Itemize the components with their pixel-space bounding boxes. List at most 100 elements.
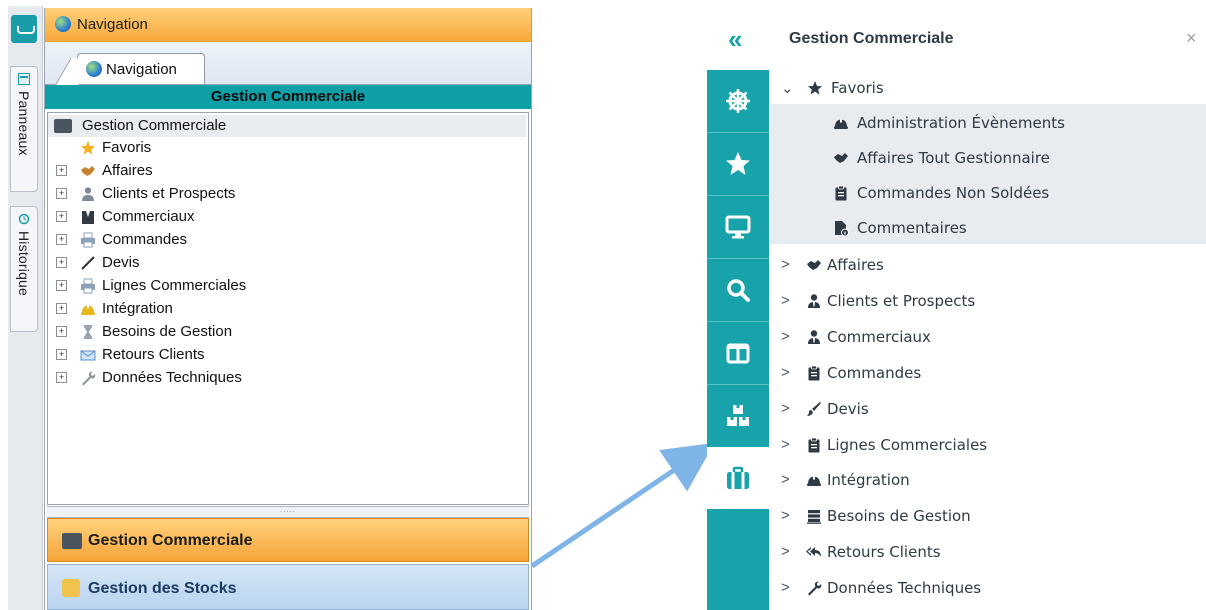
pen-icon	[81, 256, 95, 270]
menu-item[interactable]: > Devis	[769, 392, 1206, 426]
columns-icon-button[interactable]	[707, 322, 769, 384]
tab-navigation[interactable]: Navigation	[77, 53, 205, 84]
menu-item[interactable]: > Commandes	[769, 356, 1206, 390]
navigation-tree: Gestion Commerciale Favoris + Affaires + Cli…	[47, 112, 529, 505]
printer-icon	[81, 232, 95, 248]
briefcase-icon	[727, 466, 749, 489]
tab-panneaux[interactable]: Panneaux	[10, 66, 38, 192]
menu-item-label: Favoris	[831, 79, 884, 97]
envelope-icon	[80, 350, 96, 361]
chevron-right-icon[interactable]: >	[781, 364, 790, 381]
panel-title: Gestion Commerciale	[789, 30, 954, 47]
tree-item[interactable]: + Clients et Prospects	[48, 183, 518, 205]
tree-item[interactable]: Favoris	[48, 137, 518, 159]
tree-item[interactable]: + Affaires	[48, 160, 518, 182]
menu-item-label: Données Techniques	[827, 579, 982, 598]
tree-item[interactable]: + Commerciaux	[48, 206, 518, 228]
menu-item-label: Commerciaux	[827, 327, 931, 346]
tree-item[interactable]: + Retours Clients	[48, 344, 518, 366]
menu-item-favoris[interactable]: ⌄ Favoris	[769, 71, 1206, 105]
expand-plus-icon[interactable]: +	[56, 234, 67, 245]
chevron-down-icon[interactable]: ⌄	[781, 79, 794, 97]
expand-plus-icon[interactable]: +	[56, 372, 67, 383]
side-tab-strip: Panneaux Historique	[8, 6, 43, 610]
expand-plus-icon[interactable]: +	[56, 303, 67, 314]
handshake-icon	[807, 260, 821, 270]
menu-item[interactable]: > Lignes Commerciales	[769, 428, 1206, 462]
helm-icon-button[interactable]	[707, 70, 769, 132]
gestion-des-stocks-button[interactable]: Gestion des Stocks	[47, 564, 529, 610]
gestion-commerciale-button[interactable]: Gestion Commerciale	[47, 518, 529, 562]
menu-item[interactable]: > Données Techniques	[769, 571, 1206, 605]
menu-item[interactable]: > Affaires	[769, 248, 1206, 282]
favoris-child-item[interactable]: Commandes Non Soldées	[769, 176, 1206, 210]
chevron-right-icon[interactable]: >	[781, 471, 790, 488]
monitor-icon-button[interactable]	[707, 196, 769, 258]
globe-icon	[86, 61, 102, 77]
file-info-icon	[835, 221, 849, 236]
tab-historique[interactable]: Historique	[10, 206, 38, 332]
favorites-icon-button[interactable]	[707, 133, 769, 195]
tree-item-label: Devis	[102, 254, 140, 271]
splitter-handle[interactable]: .....	[47, 506, 529, 518]
helm-icon	[726, 89, 750, 113]
menu-item[interactable]: > Clients et Prospects	[769, 284, 1206, 318]
app-menu-icon[interactable]	[11, 15, 37, 43]
expand-plus-icon[interactable]: +	[56, 326, 67, 337]
expand-plus-icon[interactable]: +	[56, 165, 67, 176]
tree-item-label: Intégration	[102, 300, 173, 317]
search-icon	[727, 279, 750, 302]
menu-item-label: Administration Évènements	[857, 114, 1065, 132]
close-icon[interactable]: ×	[1186, 28, 1197, 49]
chevron-right-icon[interactable]: >	[781, 579, 790, 596]
boxes-icon	[727, 405, 749, 426]
tab-panneaux-label: Panneaux	[16, 91, 32, 156]
chevron-right-icon[interactable]: >	[781, 436, 790, 453]
user-tie-icon	[808, 330, 820, 344]
user-tie-icon	[808, 294, 820, 308]
tree-item[interactable]: + Données Techniques	[48, 367, 518, 389]
chevron-right-icon[interactable]: >	[781, 400, 790, 417]
tree-item[interactable]: + Lignes Commerciales	[48, 275, 518, 297]
transition-arrow-icon	[530, 442, 715, 569]
collapse-icon[interactable]: «	[728, 26, 742, 52]
boxes-icon-button[interactable]	[707, 385, 769, 447]
panels-icon	[18, 73, 30, 85]
menu-item-label: Affaires	[827, 256, 884, 274]
tree-root[interactable]: Gestion Commerciale	[48, 115, 526, 137]
tree-item[interactable]: + Devis	[48, 252, 518, 274]
chevron-right-icon[interactable]: >	[781, 543, 790, 560]
menu-item-label: Besoins de Gestion	[827, 507, 971, 526]
briefcase-icon-button[interactable]	[707, 447, 769, 509]
menu-item[interactable]: > Intégration	[769, 463, 1206, 497]
menu-item[interactable]: > Commerciaux	[769, 320, 1206, 354]
menu-item[interactable]: > Retours Clients	[769, 535, 1206, 569]
chevron-right-icon[interactable]: >	[781, 507, 790, 524]
expand-plus-icon[interactable]: +	[56, 188, 67, 199]
tree-item-label: Données Techniques	[102, 369, 242, 386]
expand-plus-icon[interactable]: +	[56, 349, 67, 360]
favoris-child-item[interactable]: Administration Évènements	[769, 106, 1206, 140]
reply-all-icon	[806, 547, 821, 558]
expand-plus-icon[interactable]: +	[56, 257, 67, 268]
expand-plus-icon[interactable]: +	[56, 280, 67, 291]
globe-icon	[55, 16, 71, 32]
suit-icon	[82, 211, 94, 224]
history-icon	[18, 213, 30, 225]
chevron-right-icon[interactable]: >	[781, 292, 790, 309]
tab-navigation-label: Navigation	[106, 61, 177, 78]
chevron-right-icon[interactable]: >	[781, 256, 790, 273]
folder-icon	[62, 579, 80, 597]
tree-item[interactable]: + Besoins de Gestion	[48, 321, 518, 343]
tree-item[interactable]: + Commandes	[48, 229, 518, 251]
search-icon-button[interactable]	[707, 259, 769, 321]
hardhat-icon	[81, 304, 95, 315]
tree-item[interactable]: + Intégration	[48, 298, 518, 320]
menu-item[interactable]: > Besoins de Gestion	[769, 499, 1206, 533]
tab-strip: Navigation	[45, 42, 531, 85]
chevron-right-icon[interactable]: >	[781, 328, 790, 345]
favoris-child-item[interactable]: Affaires Tout Gestionnaire	[769, 141, 1206, 175]
expand-plus-icon[interactable]: +	[56, 211, 67, 222]
favoris-child-item[interactable]: Commentaires	[769, 211, 1206, 245]
star-icon	[81, 141, 95, 155]
